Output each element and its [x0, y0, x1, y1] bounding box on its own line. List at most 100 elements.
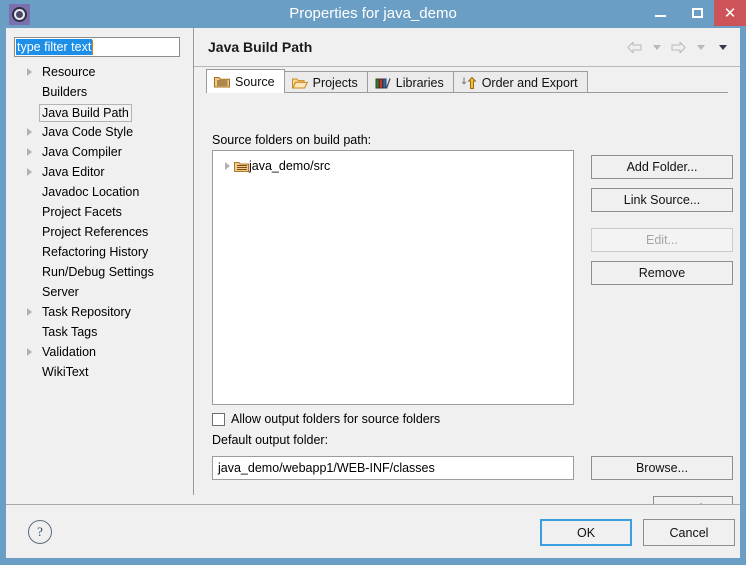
chevron-down-icon: [719, 45, 727, 50]
sidebar-item-wikitext[interactable]: WikiText: [6, 362, 192, 382]
close-button[interactable]: ✕: [714, 0, 746, 26]
title-bar[interactable]: Properties for java_demo ✕: [0, 0, 746, 28]
expand-arrow-icon[interactable]: [27, 68, 32, 76]
dialog-body: type filter text ResourceBuilders Java Bu…: [6, 28, 740, 531]
sidebar-item-java-build-path[interactable]: Java Build Path: [6, 102, 192, 122]
sidebar-item-label: Refactoring History: [42, 242, 148, 262]
expand-arrow-icon[interactable]: [27, 148, 32, 156]
package-folder-icon: [234, 159, 249, 172]
tab-projects[interactable]: Projects: [284, 71, 368, 93]
tree-spacer: [27, 368, 32, 376]
ok-button[interactable]: OK: [540, 519, 632, 546]
close-icon: ✕: [724, 6, 737, 21]
sidebar-item-server[interactable]: Server: [6, 282, 192, 302]
sidebar-item-javadoc-location[interactable]: Javadoc Location: [6, 182, 192, 202]
package-folder-icon: [214, 75, 230, 89]
sidebar-item-run-debug-settings[interactable]: Run/Debug Settings: [6, 262, 192, 282]
sidebar-item-task-tags[interactable]: Task Tags: [6, 322, 192, 342]
remove-button[interactable]: Remove: [591, 261, 733, 285]
tree-spacer: [27, 268, 32, 276]
build-path-tabs: Source Projects Libraries Order and Export: [206, 69, 587, 93]
sidebar-item-refactoring-history[interactable]: Refactoring History: [6, 242, 192, 262]
list-item[interactable]: java_demo/src: [213, 156, 573, 176]
expand-arrow-icon[interactable]: [225, 162, 230, 170]
forward-history-dropdown[interactable]: [691, 38, 710, 56]
add-folder-button[interactable]: Add Folder...: [591, 155, 733, 179]
arrow-right-icon: [671, 42, 686, 53]
maximize-button[interactable]: [681, 0, 714, 26]
default-output-folder-input[interactable]: java_demo/webapp1/WEB-INF/classes: [212, 456, 574, 480]
tab-label: Source: [235, 75, 275, 89]
sidebar-item-label: Project Facets: [42, 202, 122, 222]
minimize-button[interactable]: [644, 0, 677, 26]
view-menu-button[interactable]: [713, 38, 732, 56]
properties-dialog-window: Properties for java_demo ✕ type filter t…: [0, 0, 746, 565]
tab-label: Projects: [313, 76, 358, 90]
expand-arrow-icon[interactable]: [27, 308, 32, 316]
chevron-down-icon: [697, 45, 705, 50]
source-folders-list[interactable]: java_demo/src: [212, 150, 574, 405]
page-title: Java Build Path: [208, 39, 312, 55]
allow-output-folders-checkbox[interactable]: [212, 413, 225, 426]
chevron-down-icon: [653, 45, 661, 50]
tab-label: Libraries: [396, 76, 444, 90]
maximize-icon: [692, 8, 703, 18]
sidebar-item-task-repository[interactable]: Task Repository: [6, 302, 192, 322]
source-folders-label: Source folders on build path:: [212, 133, 371, 147]
browse-button[interactable]: Browse...: [591, 456, 733, 480]
window-bottom-edge: [0, 558, 746, 565]
link-source-button[interactable]: Link Source...: [591, 188, 733, 212]
sidebar-item-builders[interactable]: Builders: [6, 82, 192, 102]
page-navigation-toolbar: [625, 38, 732, 56]
tab-order-and-export[interactable]: Order and Export: [453, 71, 588, 93]
minimize-icon: [655, 15, 666, 17]
sidebar-item-label: Builders: [42, 82, 87, 102]
filter-input[interactable]: type filter text: [14, 37, 180, 57]
allow-output-folders-label: Allow output folders for source folders: [231, 412, 440, 426]
sidebar-item-java-code-style[interactable]: Java Code Style: [6, 122, 192, 142]
sidebar-item-label: WikiText: [42, 362, 89, 382]
sidebar-item-resource[interactable]: Resource: [6, 62, 192, 82]
sidebar-item-java-compiler[interactable]: Java Compiler: [6, 142, 192, 162]
sidebar-item-label: Java Build Path: [39, 104, 132, 122]
sidebar-item-label: Task Tags: [42, 322, 97, 342]
sidebar-item-project-references[interactable]: Project References: [6, 222, 192, 242]
sidebar-item-java-editor[interactable]: Java Editor: [6, 162, 192, 182]
sidebar-item-label: Run/Debug Settings: [42, 262, 154, 282]
sidebar-item-label: Validation: [42, 342, 96, 362]
tree-spacer: [27, 288, 32, 296]
question-mark-icon[interactable]: ?: [28, 520, 52, 544]
back-button[interactable]: [625, 38, 644, 56]
tab-libraries[interactable]: Libraries: [367, 71, 454, 93]
title-separator: [194, 66, 740, 67]
tree-spacer: [27, 108, 32, 116]
tree-spacer: [27, 188, 32, 196]
expand-arrow-icon[interactable]: [27, 168, 32, 176]
sidebar-item-project-facets[interactable]: Project Facets: [6, 202, 192, 222]
sidebar-item-label: Task Repository: [42, 302, 131, 322]
sidebar-item-label: Java Compiler: [42, 142, 122, 162]
tree-spacer: [27, 228, 32, 236]
filter-input-value: type filter text: [16, 39, 92, 55]
sidebar-item-label: Javadoc Location: [42, 182, 139, 202]
expand-arrow-icon[interactable]: [27, 348, 32, 356]
tab-source[interactable]: Source: [206, 69, 285, 93]
cancel-button[interactable]: Cancel: [643, 519, 735, 546]
tree-spacer: [27, 208, 32, 216]
tab-label: Order and Export: [482, 76, 578, 90]
expand-arrow-icon[interactable]: [27, 128, 32, 136]
updown-arrows-icon: [461, 76, 477, 90]
window-right-edge: [740, 28, 746, 558]
sidebar-item-label: Resource: [42, 62, 96, 82]
edit-button: Edit...: [591, 228, 733, 252]
sidebar-item-validation[interactable]: Validation: [6, 342, 192, 362]
back-history-dropdown[interactable]: [647, 38, 666, 56]
forward-button[interactable]: [669, 38, 688, 56]
allow-output-folders-checkbox-row[interactable]: Allow output folders for source folders: [212, 412, 440, 426]
books-icon: [375, 76, 391, 90]
sidebar-item-label: Server: [42, 282, 79, 302]
tree-spacer: [27, 248, 32, 256]
sidebar-item-label: Java Code Style: [42, 122, 133, 142]
tree-spacer: [27, 88, 32, 96]
settings-tree: ResourceBuilders Java Build PathJava Code…: [6, 62, 192, 382]
